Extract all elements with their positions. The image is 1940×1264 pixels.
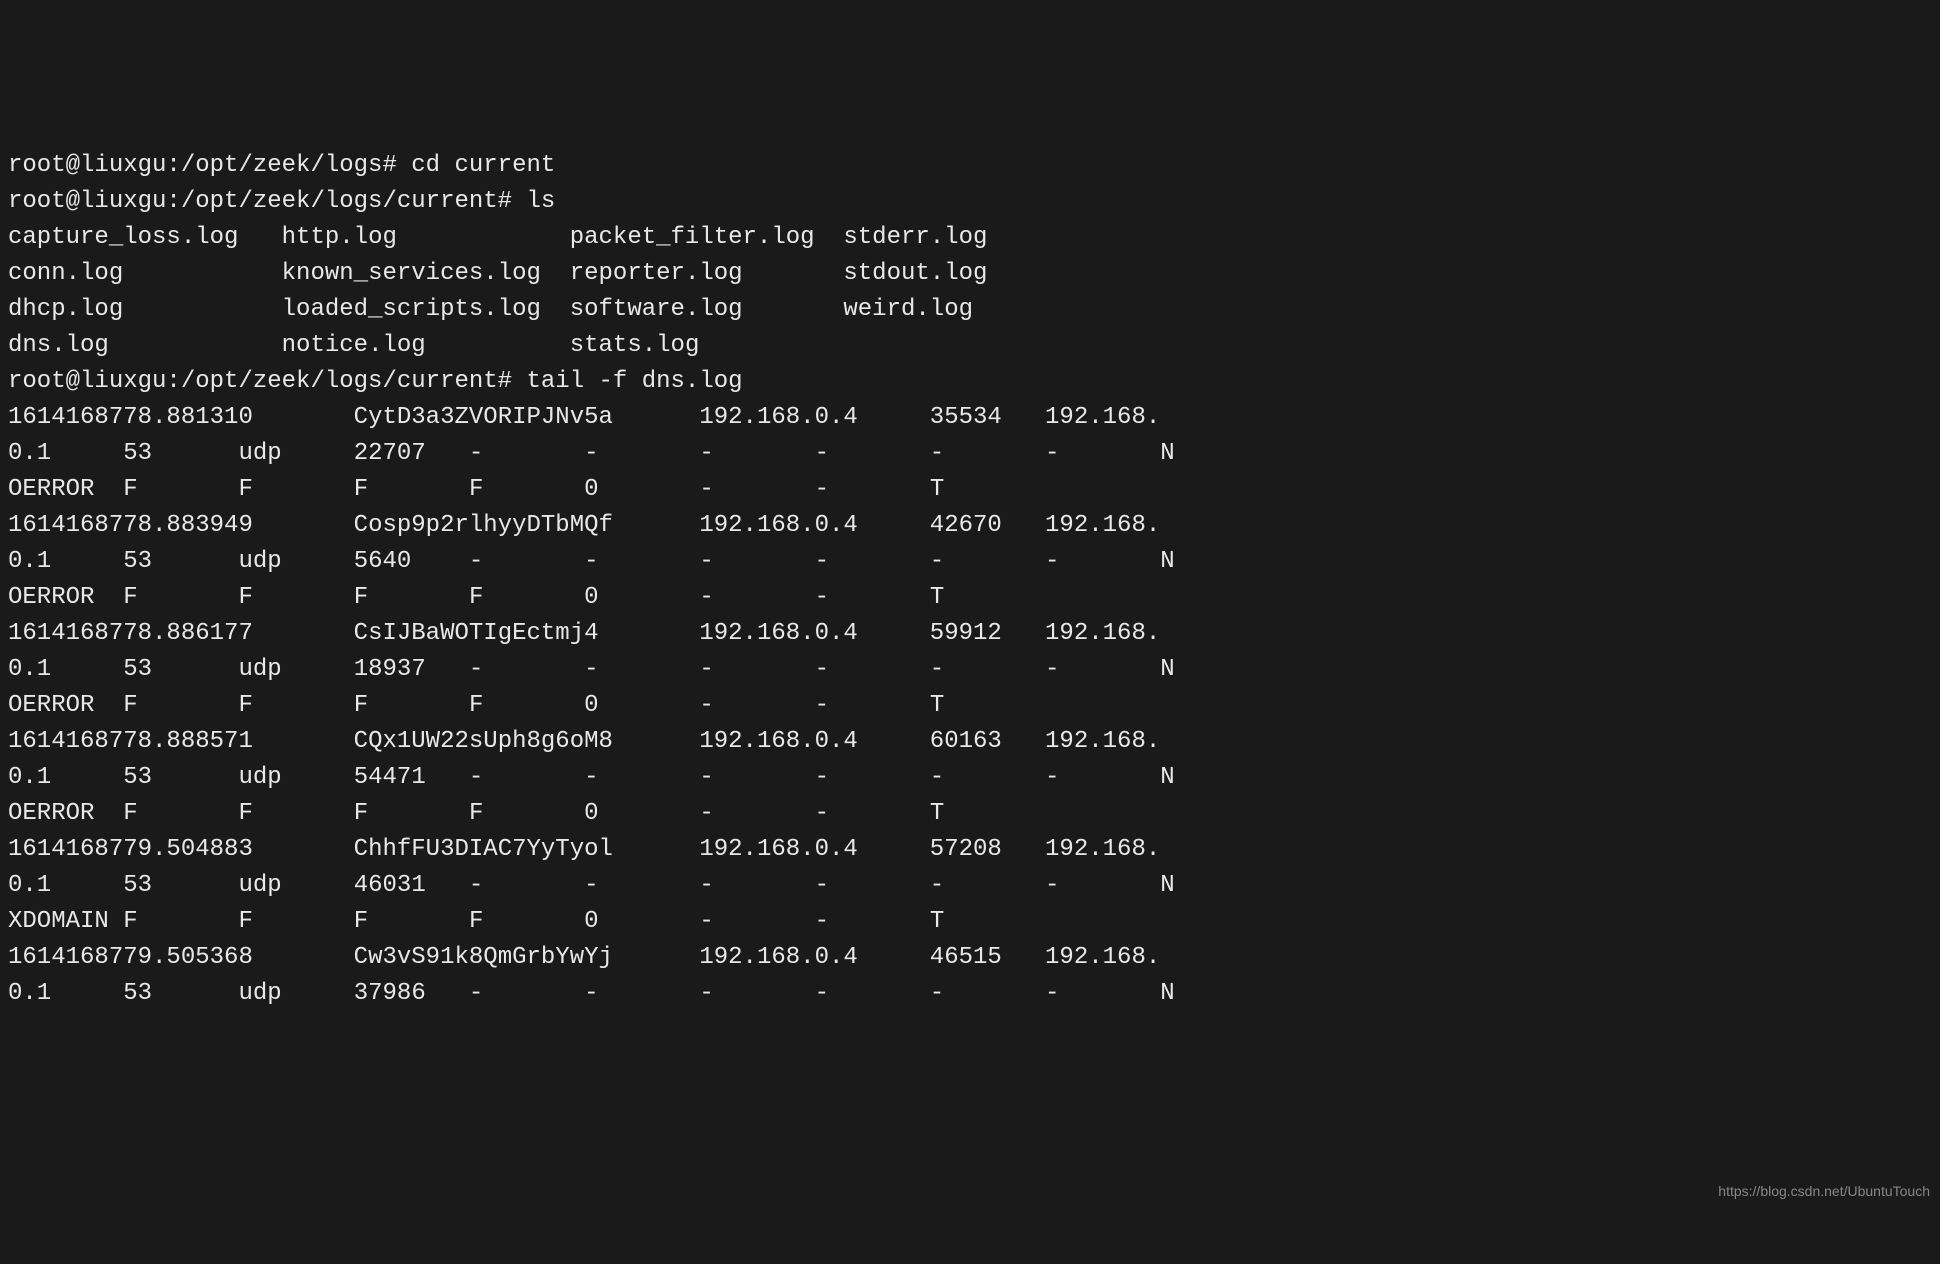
ls-row: dns.log notice.log stats.log <box>8 332 699 359</box>
cmd-ls: ls <box>526 188 555 215</box>
watermark: https://blog.csdn.net/UbuntuTouch <box>1718 1181 1930 1202</box>
prompt-1: root@liuxgu:/opt/zeek/logs# <box>8 152 411 179</box>
log-line: 0.1 53 udp 5640 - - - - - - N <box>8 548 1175 575</box>
log-line: 1614168778.881310 CytD3a3ZVORIPJNv5a 192… <box>8 404 1160 431</box>
log-line: 1614168778.886177 CsIJBaWOTIgEctmj4 192.… <box>8 620 1160 647</box>
prompt-3: root@liuxgu:/opt/zeek/logs/current# <box>8 368 526 395</box>
log-line: OERROR F F F F 0 - - T <box>8 692 944 719</box>
log-line: XDOMAIN F F F F 0 - - T <box>8 908 944 935</box>
log-line: 0.1 53 udp 37986 - - - - - - N <box>8 980 1175 1007</box>
ls-row: conn.log known_services.log reporter.log… <box>8 260 987 287</box>
cmd-tail: tail -f dns.log <box>526 368 742 395</box>
log-line: 1614168778.888571 CQx1UW22sUph8g6oM8 192… <box>8 728 1160 755</box>
terminal-output[interactable]: root@liuxgu:/opt/zeek/logs# cd current r… <box>8 148 1932 1012</box>
ls-row: dhcp.log loaded_scripts.log software.log… <box>8 296 973 323</box>
ls-row: capture_loss.log http.log packet_filter.… <box>8 224 987 251</box>
cmd-cd: cd current <box>411 152 555 179</box>
log-line: 1614168778.883949 Cosp9p2rlhyyDTbMQf 192… <box>8 512 1160 539</box>
log-line: OERROR F F F F 0 - - T <box>8 476 944 503</box>
log-line: OERROR F F F F 0 - - T <box>8 800 944 827</box>
log-line: 0.1 53 udp 54471 - - - - - - N <box>8 764 1175 791</box>
log-line: 1614168779.505368 Cw3vS91k8QmGrbYwYj 192… <box>8 944 1160 971</box>
log-line: 0.1 53 udp 18937 - - - - - - N <box>8 656 1175 683</box>
log-line: 0.1 53 udp 22707 - - - - - - N <box>8 440 1175 467</box>
log-line: 1614168779.504883 ChhfFU3DIAC7YyTyol 192… <box>8 836 1160 863</box>
log-line: 0.1 53 udp 46031 - - - - - - N <box>8 872 1175 899</box>
log-line: OERROR F F F F 0 - - T <box>8 584 944 611</box>
prompt-2: root@liuxgu:/opt/zeek/logs/current# <box>8 188 526 215</box>
